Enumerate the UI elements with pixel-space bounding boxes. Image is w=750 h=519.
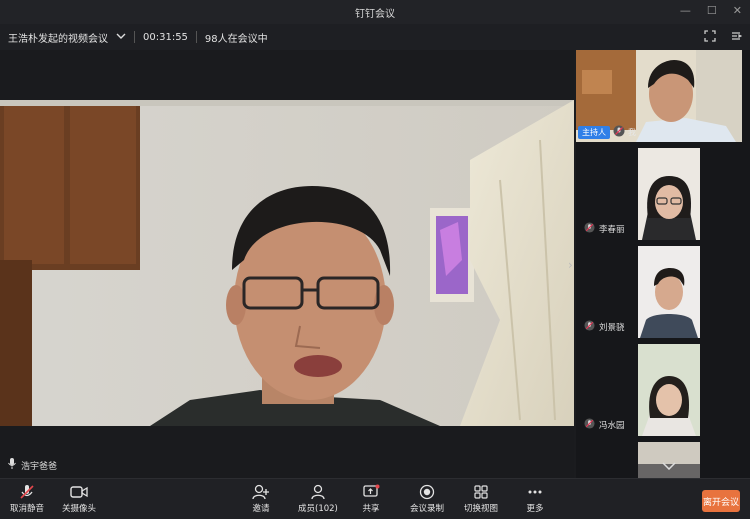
screen-share-icon <box>362 484 380 500</box>
record-icon <box>418 484 436 500</box>
chevron-right-icon[interactable]: › <box>568 258 573 272</box>
participant-tile[interactable]: 李春丽 <box>576 144 742 240</box>
participant-video <box>638 246 700 338</box>
record-label: 会议录制 <box>410 504 445 514</box>
camera-label: 关摄像头 <box>62 504 97 514</box>
switch-view-label: 切换视图 <box>464 504 499 514</box>
more-label: 更多 <box>526 504 544 514</box>
chevron-down-icon[interactable] <box>662 462 676 473</box>
host-name: 我 <box>628 127 636 137</box>
microphone-muted-icon <box>613 125 625 139</box>
active-speaker: 浩宇爸爸 <box>8 458 57 472</box>
participant-tile[interactable]: 冯水园 <box>576 340 742 436</box>
microphone-muted-icon <box>584 222 595 236</box>
switch-view-button[interactable]: 切换视图 <box>464 484 498 514</box>
participant-name: 李春丽 <box>599 225 625 235</box>
camera-icon <box>70 484 88 500</box>
close-icon[interactable]: ✕ <box>733 4 742 17</box>
participant-name-row: 李春丽 <box>584 222 625 236</box>
camera-button[interactable]: 关摄像头 <box>62 484 96 514</box>
maximize-icon[interactable]: ☐ <box>707 4 717 17</box>
record-button[interactable]: 会议录制 <box>410 484 444 514</box>
host-badge: 主持人 我 <box>578 125 636 139</box>
participant-tile-partial[interactable] <box>576 438 742 478</box>
participant-name-row: 刘景骁 <box>584 320 625 334</box>
chevron-down-icon[interactable] <box>116 32 126 43</box>
mute-button[interactable]: 取消静音 <box>10 484 44 514</box>
fullscreen-icon[interactable] <box>704 30 716 45</box>
participant-name-row: 冯水园 <box>584 418 625 432</box>
microphone-muted-icon <box>584 320 595 334</box>
main-video-frame <box>0 100 574 426</box>
meeting-attendance: 98人在会议中 <box>204 33 268 45</box>
participant-tile[interactable]: 刘景骁 <box>576 242 742 338</box>
participant-video <box>638 148 700 240</box>
window-controls: — ☐ ✕ <box>680 4 742 17</box>
invite-button[interactable]: 邀请 <box>252 484 270 514</box>
participant-name: 冯水园 <box>599 421 625 431</box>
microphone-muted-icon <box>584 418 595 432</box>
mute-label: 取消静音 <box>10 504 45 514</box>
grid-view-icon <box>472 484 490 500</box>
video-letterbox-bottom <box>0 426 574 478</box>
members-button[interactable]: 成员(102) <box>298 484 338 514</box>
active-speaker-name: 浩宇爸爸 <box>21 461 58 472</box>
collapse-panel-icon[interactable] <box>730 30 743 45</box>
user-icon <box>309 484 327 500</box>
meeting-duration: 00:31:55 <box>143 31 188 43</box>
invite-label: 邀请 <box>252 504 270 514</box>
window-titlebar: 钉钉会议 — ☐ ✕ <box>0 0 750 24</box>
meeting-name[interactable]: 王浩朴发起的视频会议 <box>8 30 108 45</box>
view-controls <box>704 30 743 45</box>
window-title: 钉钉会议 <box>355 8 395 20</box>
share-button[interactable]: 共享 <box>362 484 380 514</box>
host-role-tag: 主持人 <box>578 125 610 139</box>
divider <box>195 31 197 43</box>
meeting-info-bar: 王浩朴发起的视频会议 00:31:55 98人在会议中 <box>0 24 750 50</box>
leave-meeting-button[interactable]: 离开会议 <box>702 490 740 512</box>
video-letterbox-top <box>0 50 574 100</box>
participant-video <box>638 344 700 436</box>
microphone-icon <box>8 458 16 472</box>
participant-name: 刘景骁 <box>599 323 625 333</box>
host-video-tile[interactable]: 主持人 我 <box>576 50 742 142</box>
add-user-icon <box>252 484 270 500</box>
more-button[interactable]: 更多 <box>526 484 544 514</box>
main-video[interactable] <box>0 100 574 426</box>
share-label: 共享 <box>362 504 380 514</box>
members-label: 成员(102) <box>298 504 338 514</box>
more-dots-icon <box>526 484 544 500</box>
divider <box>134 31 135 43</box>
minimize-icon[interactable]: — <box>680 4 691 17</box>
meeting-toolbar: 取消静音 关摄像头 邀请 成员(102) 共享 会议录制 切换视图 更多 离开会… <box>0 478 750 519</box>
microphone-muted-icon <box>18 484 36 500</box>
